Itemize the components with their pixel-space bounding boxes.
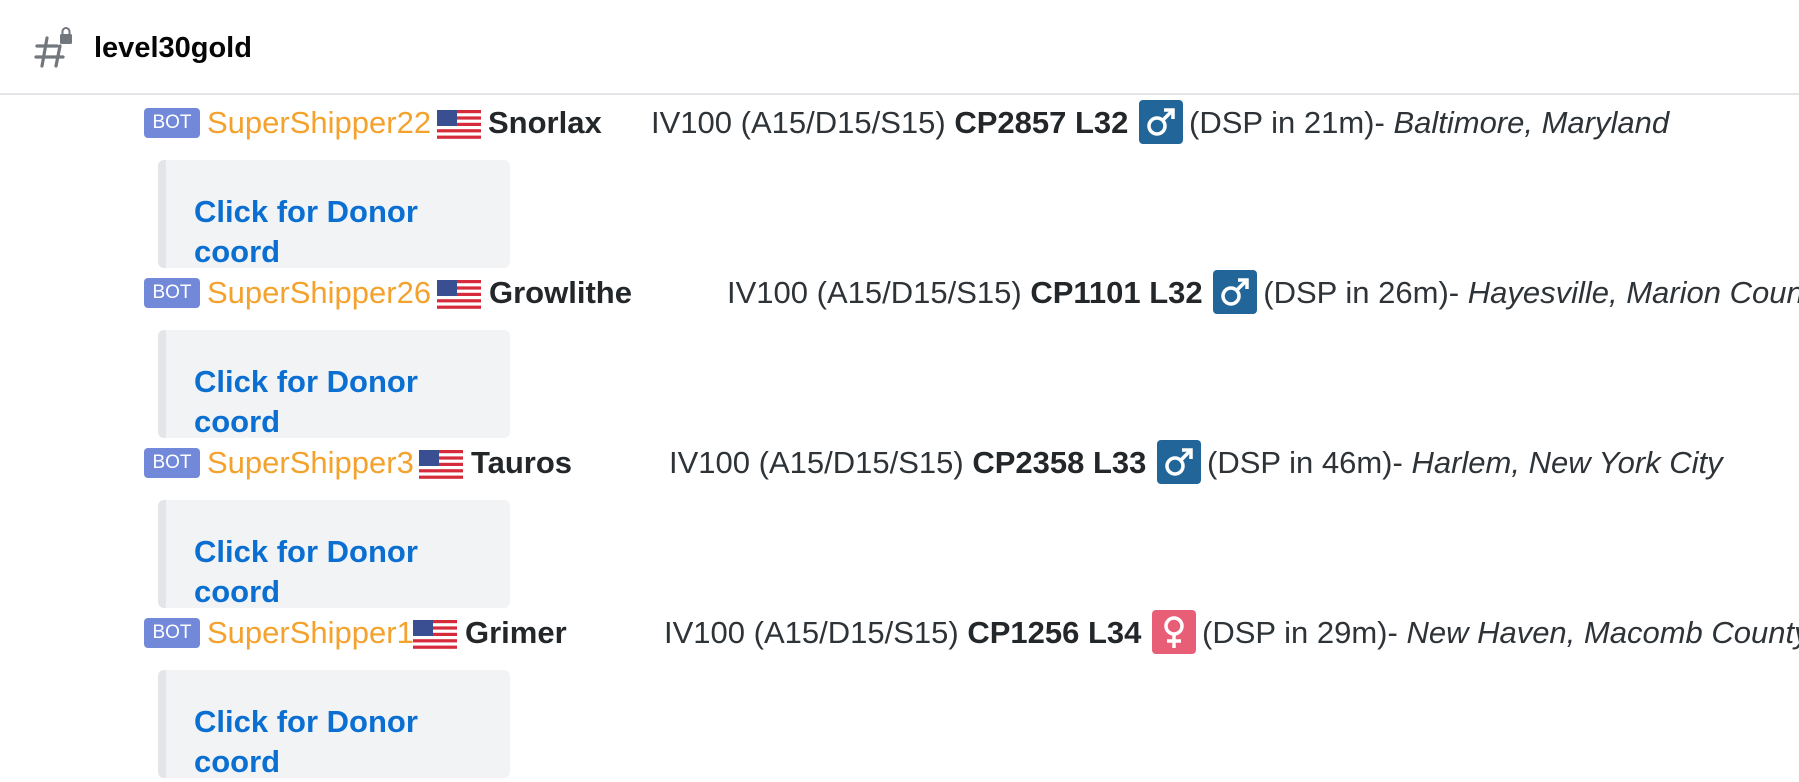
iv-text: IV100 (A15/D15/S15) <box>664 615 959 651</box>
bot-tag: BOT <box>144 448 200 478</box>
channel-header: level30gold <box>0 0 1799 95</box>
location: Harlem, New York City <box>1411 445 1723 481</box>
message: BOT SuperShipper26 Growlithe IV100 (A15/… <box>0 270 1799 440</box>
us-flag-icon <box>419 450 463 482</box>
donor-coord-link[interactable]: Click for Donor coord <box>194 532 510 612</box>
message-content: BOT SuperShipper1 Grimer IV100 (A15/D15/… <box>0 610 1799 658</box>
iv-text: IV100 (A15/D15/S15) <box>669 445 964 481</box>
female-icon <box>1152 610 1196 654</box>
cp-level: CP2358 L33 <box>972 445 1147 481</box>
location: Hayesville, Marion County <box>1467 275 1799 311</box>
username[interactable]: SuperShipper26 <box>207 273 431 313</box>
pokemon-name: Growlithe <box>489 275 632 310</box>
dsp-text: (DSP in 46m)- <box>1207 445 1403 481</box>
us-flag-icon <box>413 620 457 652</box>
username[interactable]: SuperShipper3 <box>207 443 414 483</box>
us-flag-icon <box>437 110 481 142</box>
cp-level: CP1101 L32 <box>1030 275 1203 311</box>
cp-level: CP2857 L32 <box>954 105 1129 141</box>
spawn-details: IV100 (A15/D15/S15) CP1101 L32 (DSP in 2… <box>727 270 1799 317</box>
donor-coord-link[interactable]: Click for Donor coord <box>194 362 510 442</box>
dsp-text: (DSP in 21m)- <box>1189 105 1385 141</box>
male-icon <box>1213 270 1258 314</box>
pokemon-name: Tauros <box>471 445 573 480</box>
bot-tag: BOT <box>144 618 200 648</box>
spawn-details: IV100 (A15/D15/S15) CP2857 L32 (DSP in 2… <box>651 100 1670 147</box>
location: New Haven, Macomb County <box>1406 615 1799 651</box>
embed: Click for Donor coord <box>158 500 510 609</box>
message-content: BOT SuperShipper3 Tauros IV100 (A15/D15/… <box>0 440 1799 488</box>
location: Baltimore, Maryland <box>1393 105 1670 141</box>
embed: Click for Donor coord <box>158 670 510 779</box>
us-flag-icon <box>437 280 481 312</box>
bot-tag: BOT <box>144 108 200 138</box>
dsp-text: (DSP in 29m)- <box>1202 615 1398 651</box>
message-content: BOT SuperShipper26 Growlithe IV100 (A15/… <box>0 270 1799 318</box>
pokemon-name: Snorlax <box>488 105 602 140</box>
iv-text: IV100 (A15/D15/S15) <box>727 275 1022 311</box>
embed: Click for Donor coord <box>158 160 510 269</box>
message: BOT SuperShipper22 Snorlax IV100 (A15/D1… <box>0 100 1799 270</box>
donor-coord-link[interactable]: Click for Donor coord <box>194 702 510 782</box>
bot-tag: BOT <box>144 278 200 308</box>
username[interactable]: SuperShipper1 <box>207 613 414 653</box>
male-icon <box>1139 100 1183 144</box>
cp-level: CP1256 L34 <box>967 615 1142 651</box>
message: BOT SuperShipper3 Tauros IV100 (A15/D15/… <box>0 440 1799 610</box>
message: BOT SuperShipper1 Grimer IV100 (A15/D15/… <box>0 610 1799 780</box>
spawn-details: IV100 (A15/D15/S15) CP2358 L33 (DSP in 4… <box>669 440 1723 487</box>
channel-name: level30gold <box>94 32 252 64</box>
pokemon-name: Grimer <box>465 615 567 650</box>
username[interactable]: SuperShipper22 <box>207 103 431 143</box>
donor-coord-link[interactable]: Click for Donor coord <box>194 192 510 272</box>
iv-text: IV100 (A15/D15/S15) <box>651 105 946 141</box>
message-content: BOT SuperShipper22 Snorlax IV100 (A15/D1… <box>0 100 1799 148</box>
male-icon <box>1157 440 1201 484</box>
spawn-details: IV100 (A15/D15/S15) CP1256 L34 (DSP in 2… <box>664 610 1799 657</box>
locked-hash-icon <box>34 27 72 68</box>
embed: Click for Donor coord <box>158 330 510 439</box>
dsp-text: (DSP in 26m)- <box>1263 275 1460 311</box>
